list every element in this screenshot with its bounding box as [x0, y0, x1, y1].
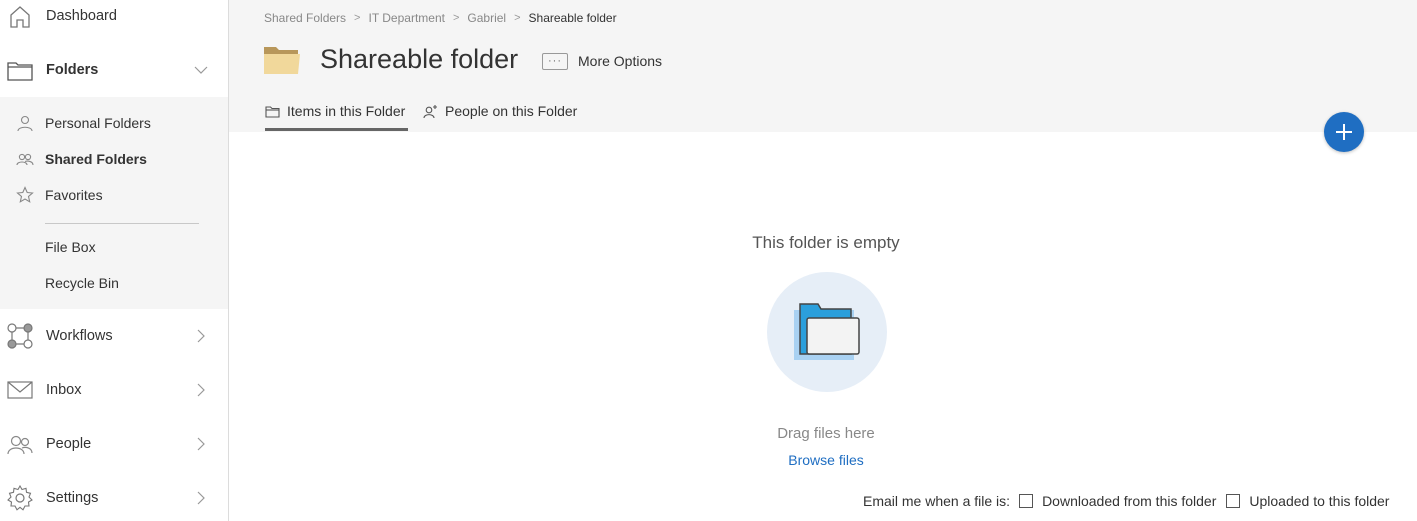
star-icon	[16, 186, 34, 203]
tab-label: Items in this Folder	[287, 103, 406, 119]
sidebar-item-people[interactable]: People	[0, 424, 228, 464]
chevron-right-icon: >	[514, 12, 521, 24]
sidebar-item-workflows[interactable]: Workflows	[0, 316, 228, 356]
more-options-button[interactable]: ···	[542, 53, 568, 70]
drag-files-text: Drag files here	[777, 425, 875, 442]
sidebar-item-folders[interactable]: Folders	[0, 50, 228, 90]
chevron-right-icon	[197, 437, 205, 451]
person-icon	[17, 115, 33, 132]
chevron-right-icon: >	[452, 12, 460, 24]
browse-files-row: Browse files	[640, 452, 1012, 468]
sidebar-item-label: Shared Folders	[45, 151, 147, 167]
sidebar-item-personal-folders[interactable]: Personal Folders	[0, 108, 228, 138]
sidebar-item-label: Favorites	[45, 187, 103, 203]
tab-items-in-folder[interactable]: Items in this Folder	[265, 98, 408, 131]
breadcrumb-current: Shareable folder	[528, 11, 617, 25]
chevron-right-icon	[197, 383, 205, 397]
sidebar: Dashboard Folders Personal Folders Share…	[0, 0, 229, 521]
sidebar-item-label: Folders	[46, 62, 99, 78]
sidebar-item-label: Inbox	[46, 382, 82, 398]
sidebar-item-label: Settings	[46, 490, 99, 506]
app-root: Dashboard Folders Personal Folders Share…	[0, 0, 1417, 521]
gear-icon	[7, 485, 33, 511]
sidebar-item-label: People	[46, 436, 92, 452]
uploaded-label: Uploaded to this folder	[1249, 493, 1390, 509]
downloaded-option[interactable]: Downloaded from this folder	[1019, 493, 1216, 509]
house-icon	[10, 6, 30, 28]
people-icon	[7, 435, 33, 455]
email-notification-options: Email me when a file is: Downloaded from…	[863, 493, 1389, 509]
folder-icon	[264, 47, 300, 74]
breadcrumb-item[interactable]: Shared Folders	[264, 11, 346, 25]
add-button[interactable]	[1324, 112, 1364, 152]
chevron-down-icon	[194, 66, 208, 74]
breadcrumb-item[interactable]: IT Department	[368, 11, 444, 25]
sidebar-item-label: File Box	[45, 239, 96, 255]
browse-files-link[interactable]: Browse files	[788, 452, 863, 468]
uploaded-checkbox[interactable]	[1226, 494, 1241, 508]
subnav-divider	[45, 223, 199, 224]
workflow-icon	[7, 323, 33, 349]
breadcrumb-item[interactable]: Gabriel	[467, 11, 506, 25]
sidebar-item-shared-folders[interactable]: Shared Folders	[0, 144, 228, 174]
sidebar-item-label: Dashboard	[46, 8, 117, 24]
email-notify-label: Email me when a file is:	[863, 493, 1011, 509]
chevron-right-icon	[197, 491, 205, 505]
tab-people-on-folder[interactable]: People on this Folder	[423, 98, 577, 131]
sidebar-item-label: Personal Folders	[45, 115, 151, 131]
folder-illustration-icon	[794, 303, 860, 360]
add-person-icon	[423, 105, 437, 119]
page-title: Shareable folder	[320, 44, 519, 74]
more-options-label[interactable]: More Options	[578, 53, 662, 69]
sidebar-item-inbox[interactable]: Inbox	[0, 370, 228, 410]
chevron-right-icon	[197, 329, 205, 343]
folder-header: Shared Folders > IT Department > Gabriel…	[229, 0, 1417, 132]
sidebar-item-dashboard[interactable]: Dashboard	[0, 0, 228, 36]
plus-icon	[1336, 124, 1352, 140]
uploaded-option[interactable]: Uploaded to this folder	[1226, 493, 1389, 509]
more-options-icon: ···	[548, 55, 562, 67]
downloaded-label: Downloaded from this folder	[1042, 493, 1217, 509]
sidebar-item-file-box[interactable]: File Box	[0, 232, 228, 262]
empty-folder-illustration	[767, 272, 887, 392]
downloaded-checkbox[interactable]	[1019, 494, 1034, 508]
folders-subnav: Personal Folders Shared Folders Favorite…	[0, 97, 228, 309]
sidebar-item-label: Recycle Bin	[45, 275, 119, 291]
folder-icon	[7, 62, 33, 81]
breadcrumb: Shared Folders > IT Department > Gabriel…	[264, 11, 617, 25]
sidebar-item-favorites[interactable]: Favorites	[0, 180, 228, 210]
people-icon	[16, 153, 34, 166]
tab-label: People on this Folder	[445, 103, 578, 119]
chevron-right-icon: >	[354, 12, 361, 24]
sidebar-item-label: Workflows	[46, 328, 113, 344]
sidebar-item-recycle-bin[interactable]: Recycle Bin	[0, 268, 228, 298]
empty-state-title: This folder is empty	[752, 233, 900, 252]
envelope-icon	[7, 381, 33, 399]
folder-icon	[265, 106, 280, 118]
sidebar-item-settings[interactable]: Settings	[0, 478, 228, 518]
